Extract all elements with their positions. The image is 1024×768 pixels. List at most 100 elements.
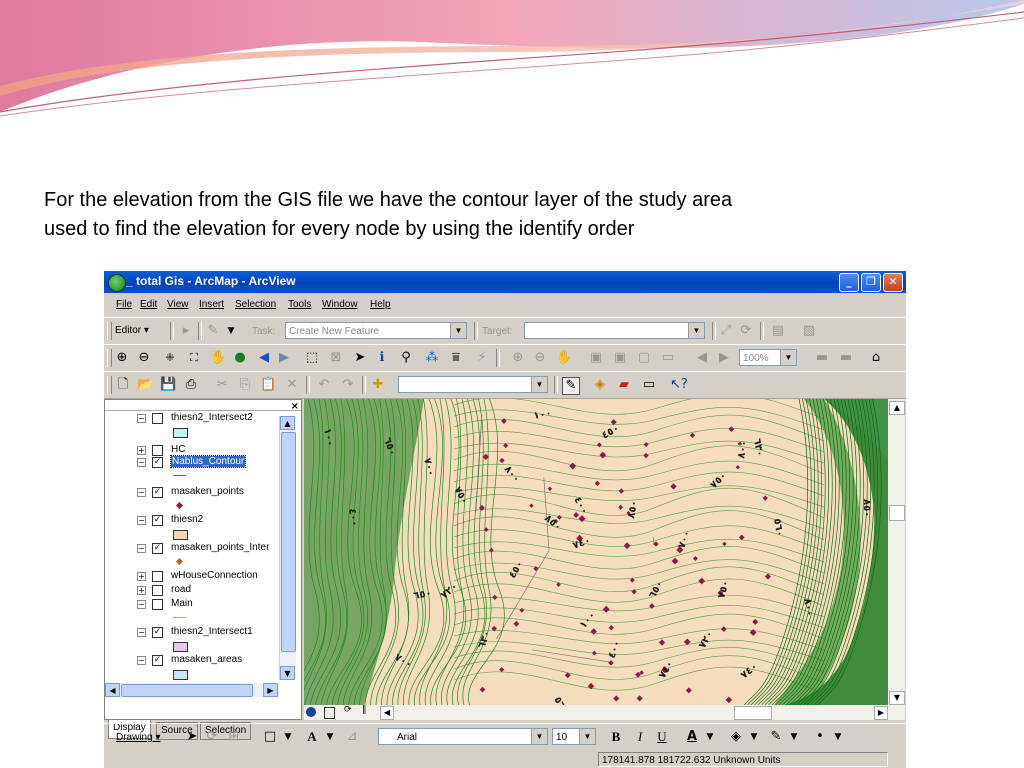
layer-visibility-checkbox[interactable]: ✓ (152, 487, 163, 498)
layer-symbol-marker[interactable] (175, 501, 184, 510)
map-scroll-thumb[interactable] (889, 505, 905, 521)
find-binoculars-icon[interactable]: ⚲ (398, 350, 414, 366)
new-document-icon[interactable]: 🗋 (115, 377, 131, 393)
menu-view[interactable]: View (167, 299, 189, 310)
layer-visibility-checkbox[interactable] (152, 413, 163, 424)
layer-symbol-line[interactable] (173, 475, 186, 476)
zoom-whole-page-icon[interactable]: ⊞ (226, 729, 242, 745)
open-folder-icon[interactable]: 📂 (137, 377, 153, 393)
back-extent-icon[interactable]: ◀ (256, 350, 272, 366)
layer-name[interactable]: Main (171, 598, 193, 609)
menu-edit[interactable]: Edit (140, 299, 157, 310)
layout-forward-icon[interactable]: ▶ (716, 350, 732, 366)
sketch-dropdown-icon[interactable]: ▼ (223, 323, 239, 339)
hyperlink-icon[interactable]: ⚡ (474, 350, 490, 366)
select-features-icon[interactable]: ⬚ (304, 350, 320, 366)
close-button[interactable]: ✕ (883, 273, 903, 292)
whats-this-help-icon[interactable]: ↖? (670, 377, 688, 393)
layer-name[interactable]: masaken_areas (171, 654, 242, 665)
scroll-up-icon[interactable]: ▲ (889, 401, 905, 415)
zoom-100-icon[interactable]: ▭ (660, 350, 676, 366)
layer-name[interactable]: thiesn2_Intersect2 (171, 412, 253, 423)
layer-expand-toggle[interactable]: + (137, 446, 146, 455)
scroll-down-icon[interactable]: ▼ (280, 666, 295, 680)
dropdown-arrow-icon[interactable]: ▼ (579, 729, 595, 744)
toc-scroll-thumb[interactable] (281, 432, 296, 652)
cut-icon[interactable]: ✂ (214, 377, 230, 393)
add-data-icon[interactable]: ✚ (370, 377, 386, 393)
dropdown-arrow-icon[interactable]: ▼ (780, 350, 796, 365)
map-vertical-scrollbar[interactable]: ▲ ▼ (888, 399, 905, 705)
map-scale-combo[interactable]: ▼ (398, 376, 548, 393)
layer-visibility-checkbox[interactable]: ✓ (152, 457, 163, 468)
toolbar-grip[interactable] (107, 349, 112, 367)
line-color-dropdown-icon[interactable]: ▼ (786, 729, 802, 745)
scroll-right-icon[interactable]: ▶ (874, 706, 888, 720)
layer-symbol-swatch[interactable] (173, 530, 188, 540)
undo-icon[interactable]: ↶ (316, 377, 332, 393)
layer-symbol-marker[interactable] (175, 557, 184, 566)
layer-expand-toggle[interactable]: − (137, 488, 146, 497)
toolbar-grip[interactable] (107, 322, 112, 340)
layout-view-icon[interactable] (324, 707, 335, 719)
layer-expand-toggle[interactable]: − (137, 544, 146, 553)
layer-expand-toggle[interactable]: − (137, 600, 146, 609)
target-combo[interactable]: ▼ (524, 322, 705, 339)
layer-name[interactable]: HC (171, 444, 185, 455)
layer-visibility-checkbox[interactable] (152, 445, 163, 456)
drawing-menu[interactable]: Drawing ▾ (116, 732, 160, 743)
fill-color-dropdown-icon[interactable]: ▼ (746, 729, 762, 745)
arctoolbox-icon[interactable]: ▰ (616, 377, 632, 393)
layer-visibility-checkbox[interactable]: ✓ (152, 655, 163, 666)
text-dropdown-icon[interactable]: ▼ (322, 729, 338, 745)
data-view-icon[interactable] (306, 707, 316, 717)
focus-data-frame-icon[interactable]: ▬ (838, 350, 854, 366)
print-icon[interactable]: ⎙ (183, 377, 199, 393)
layout-fixed-out-icon[interactable]: ▣ (612, 350, 628, 366)
font-color-dropdown-icon[interactable]: ▼ (702, 729, 718, 745)
layer-visibility-checkbox[interactable]: ✓ (152, 543, 163, 554)
layer-visibility-checkbox[interactable]: ✓ (152, 515, 163, 526)
pan-icon[interactable]: ✋ (210, 350, 226, 366)
marker-color-icon[interactable]: • (812, 729, 828, 745)
whole-page-icon[interactable]: ▢ (636, 350, 652, 366)
scroll-right-icon[interactable]: ▶ (263, 683, 278, 697)
paste-icon[interactable]: 📋 (260, 377, 276, 393)
copy-icon[interactable]: ⎘ (237, 377, 253, 393)
layer-symbol-swatch[interactable] (173, 642, 188, 652)
menu-insert[interactable]: Insert (199, 299, 224, 310)
layer-expand-toggle[interactable]: − (137, 628, 146, 637)
maximize-button[interactable]: ❐ (861, 273, 881, 292)
layout-zoom-in-icon[interactable]: ⊕ (510, 350, 526, 366)
rectangle-dropdown-icon[interactable]: ▼ (280, 729, 296, 745)
split-tool-icon[interactable]: ⤢ (718, 323, 734, 339)
layout-pan-icon[interactable]: ✋ (556, 350, 572, 366)
sketch-properties-icon[interactable]: ▧ (801, 323, 817, 339)
layout-fixed-in-icon[interactable]: ▣ (588, 350, 604, 366)
contour-map[interactable]: ١٠٠٤٠٠٦٥٠٧٠٠٧٥٠٨٠٠٨٥٠٧٤٠٧٢٠٦٣٠٥٦٠٤٥٠١٠٠٤… (304, 399, 888, 705)
zoom-out-icon[interactable]: ⊖ (136, 350, 152, 366)
menu-tools[interactable]: Tools (288, 299, 311, 310)
measure-icon[interactable]: ⩸ (448, 350, 464, 366)
bold-button[interactable]: B (608, 729, 624, 745)
layer-visibility-checkbox[interactable] (152, 585, 163, 596)
layer-name[interactable]: thiesn2_Intersect1 (171, 626, 253, 637)
change-layout-icon[interactable]: ⌂ (868, 350, 884, 366)
map-hscroll-thumb[interactable] (734, 706, 772, 720)
dropdown-arrow-icon[interactable]: ▼ (531, 729, 547, 744)
layer-visibility-checkbox[interactable]: ✓ (152, 627, 163, 638)
layer-name[interactable]: thiesn2 (171, 514, 203, 525)
dropdown-arrow-icon[interactable]: ▼ (531, 377, 547, 392)
layout-back-icon[interactable]: ◀ (694, 350, 710, 366)
rectangle-icon[interactable]: □ (262, 729, 278, 745)
layer-symbol-swatch[interactable] (173, 428, 188, 438)
edit-tool-icon[interactable]: ▸ (178, 323, 194, 339)
menu-help[interactable]: Help (370, 299, 391, 310)
redo-icon[interactable]: ↷ (340, 377, 356, 393)
task-combo[interactable]: Create New Feature ▼ (285, 322, 467, 339)
font-name-combo[interactable]: Arial ▼ (378, 728, 548, 745)
title-bar[interactable]: _ total Gis - ArcMap - ArcView _ ❐ ✕ (104, 271, 906, 293)
save-icon[interactable]: 💾 (160, 377, 176, 393)
scroll-left-icon[interactable]: ◀ (105, 683, 120, 697)
layer-name[interactable]: Nablus_Contour (169, 455, 247, 468)
